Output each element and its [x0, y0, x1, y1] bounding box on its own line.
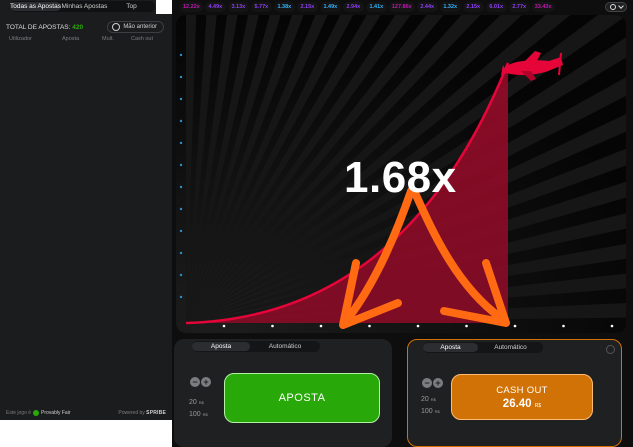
amount-presets: 20 R$ 100 R$: [189, 397, 208, 421]
y-axis-dot: [179, 185, 183, 189]
history-multiplier[interactable]: 2.44x: [416, 2, 438, 12]
bet-mode-tabs: Aposta Automático: [423, 342, 543, 353]
cash-out-amount: 26.40 R$: [502, 397, 542, 410]
spribe-logo: SPRIBE: [146, 410, 166, 416]
bets-header: TOTAL DE APOSTAS: 420 Mão anterior: [6, 20, 164, 34]
total-bets-label: TOTAL DE APOSTAS:: [6, 23, 71, 31]
y-axis-dot: [179, 141, 183, 145]
column-mult: Mult.: [102, 36, 114, 42]
y-axis-dot: [179, 273, 183, 277]
bets-table-header: Utilizador Aposta Mult. Cash out: [9, 36, 154, 42]
x-axis-dot: [610, 324, 614, 328]
previous-round-label: Mão anterior: [123, 24, 157, 30]
tab-bet[interactable]: Aposta: [423, 343, 478, 352]
tab-my-bets[interactable]: Minhas Apostas: [61, 2, 108, 11]
tab-bet[interactable]: Aposta: [192, 342, 250, 351]
y-axis-dot: [179, 75, 183, 79]
amount-stepper: − +: [190, 377, 211, 387]
y-axis-dot: [179, 97, 183, 101]
y-axis-dot: [179, 207, 183, 211]
provably-fair[interactable]: Este jogo é Provably Fair: [6, 410, 70, 416]
x-axis-dot: [465, 324, 468, 328]
provably-fair-prefix: Este jogo é: [6, 410, 32, 416]
bet-button-label: APOSTA: [278, 392, 326, 404]
preset-100[interactable]: 100 R$: [421, 406, 440, 418]
powered-by: Powered by SPRIBE: [118, 410, 166, 416]
y-axis-dot: [179, 119, 183, 123]
history-multiplier[interactable]: 3.13x: [227, 2, 249, 12]
y-axis-dot: [179, 251, 183, 255]
bet-mode-tabs: Aposta Automático: [192, 341, 320, 352]
bet-panel-1: Aposta Automático − + 20 R$ 100 R$ APOST…: [174, 339, 392, 447]
multiplier-history: 12.22x 4.49x 3.13x 5.77x 1.38x 2.15x 1.49x 2.94…: [172, 0, 633, 14]
powered-by-label: Powered by: [118, 410, 145, 416]
minus-icon[interactable]: −: [190, 377, 200, 387]
history-multiplier[interactable]: 1.41x: [365, 2, 387, 12]
cash-out-label: CASH OUT: [496, 384, 548, 396]
pane-gap: [156, 0, 172, 14]
bets-panel: Todas as Apostas Minhas Apostas Top TOTA…: [0, 0, 172, 420]
tab-auto[interactable]: Automático: [478, 343, 543, 352]
previous-round-button[interactable]: Mão anterior: [107, 21, 164, 33]
game-area: 12.22x 4.49x 3.13x 5.77x 1.38x 2.15x 1.49x 2.94…: [172, 0, 633, 447]
x-axis-dot: [513, 324, 517, 328]
y-axis-dot: [179, 295, 183, 299]
minus-icon[interactable]: −: [422, 378, 432, 388]
history-icon: [112, 23, 121, 31]
bet-panel-2: Aposta Automático − + 20 R$ 100 R$ CASH …: [407, 339, 622, 447]
x-axis-dot: [562, 324, 565, 328]
history-multiplier[interactable]: 4.49x: [204, 2, 226, 12]
x-axis-dot: [271, 324, 274, 328]
history-multiplier[interactable]: 1.38x: [273, 2, 295, 12]
history-multiplier[interactable]: 2.15x: [462, 2, 484, 12]
tab-top[interactable]: Top: [108, 2, 155, 11]
total-bets-count: 420: [72, 23, 84, 31]
y-axis-dot: [179, 229, 183, 233]
current-multiplier: 1.68x: [344, 153, 457, 202]
column-cashout: Cash out: [131, 36, 154, 42]
shield-icon: [33, 410, 40, 416]
column-user: Utilizador: [9, 36, 32, 42]
column-bet: Aposta: [62, 36, 80, 42]
history-multiplier[interactable]: 1.49x: [319, 2, 341, 12]
history-multiplier[interactable]: 12.22x: [180, 2, 203, 12]
x-axis-dot: [368, 324, 371, 328]
preset-20[interactable]: 20 R$: [189, 397, 208, 409]
x-axis-dot: [319, 324, 323, 328]
history-multiplier[interactable]: 5.77x: [250, 2, 272, 12]
history-multiplier[interactable]: 1.32x: [439, 2, 461, 12]
history-icon: [609, 4, 616, 10]
y-axis-dot: [179, 163, 183, 167]
preset-100[interactable]: 100 R$: [189, 409, 208, 421]
pane-gap: [0, 420, 172, 447]
cash-out-button[interactable]: CASH OUT 26.40 R$: [451, 374, 593, 420]
history-toggle-button[interactable]: [605, 2, 627, 12]
history-multiplier[interactable]: 33.43x: [531, 2, 555, 12]
amount-stepper: − +: [422, 378, 443, 388]
y-axis-dot: [179, 53, 183, 57]
plus-icon[interactable]: +: [201, 377, 211, 387]
bets-tabs: Todas as Apostas Minhas Apostas Top: [10, 1, 155, 12]
tab-auto[interactable]: Automático: [250, 342, 320, 351]
chevron-down-icon: [617, 3, 624, 9]
bets-footer: Este jogo é Provably Fair Powered by SPR…: [6, 410, 166, 416]
total-bets: TOTAL DE APOSTAS: 420: [6, 24, 83, 31]
game-canvas: 1.68x: [176, 15, 626, 333]
plus-icon[interactable]: +: [433, 378, 443, 388]
x-axis-dot: [222, 324, 226, 328]
history-multiplier[interactable]: 2.77x: [508, 2, 530, 12]
preset-20[interactable]: 20 R$: [421, 394, 440, 406]
remove-panel-icon[interactable]: [606, 345, 615, 354]
history-multiplier[interactable]: 2.15x: [296, 2, 318, 12]
tab-all-bets[interactable]: Todas as Apostas: [10, 2, 61, 11]
history-multiplier[interactable]: 127.86x: [388, 2, 415, 12]
amount-presets: 20 R$ 100 R$: [421, 394, 440, 418]
provably-fair-label: Provably Fair: [41, 410, 71, 416]
bet-button[interactable]: APOSTA: [224, 373, 380, 423]
history-multiplier[interactable]: 6.01x: [485, 2, 507, 12]
history-multiplier[interactable]: 2.94x: [342, 2, 364, 12]
x-axis-dot: [416, 324, 420, 328]
